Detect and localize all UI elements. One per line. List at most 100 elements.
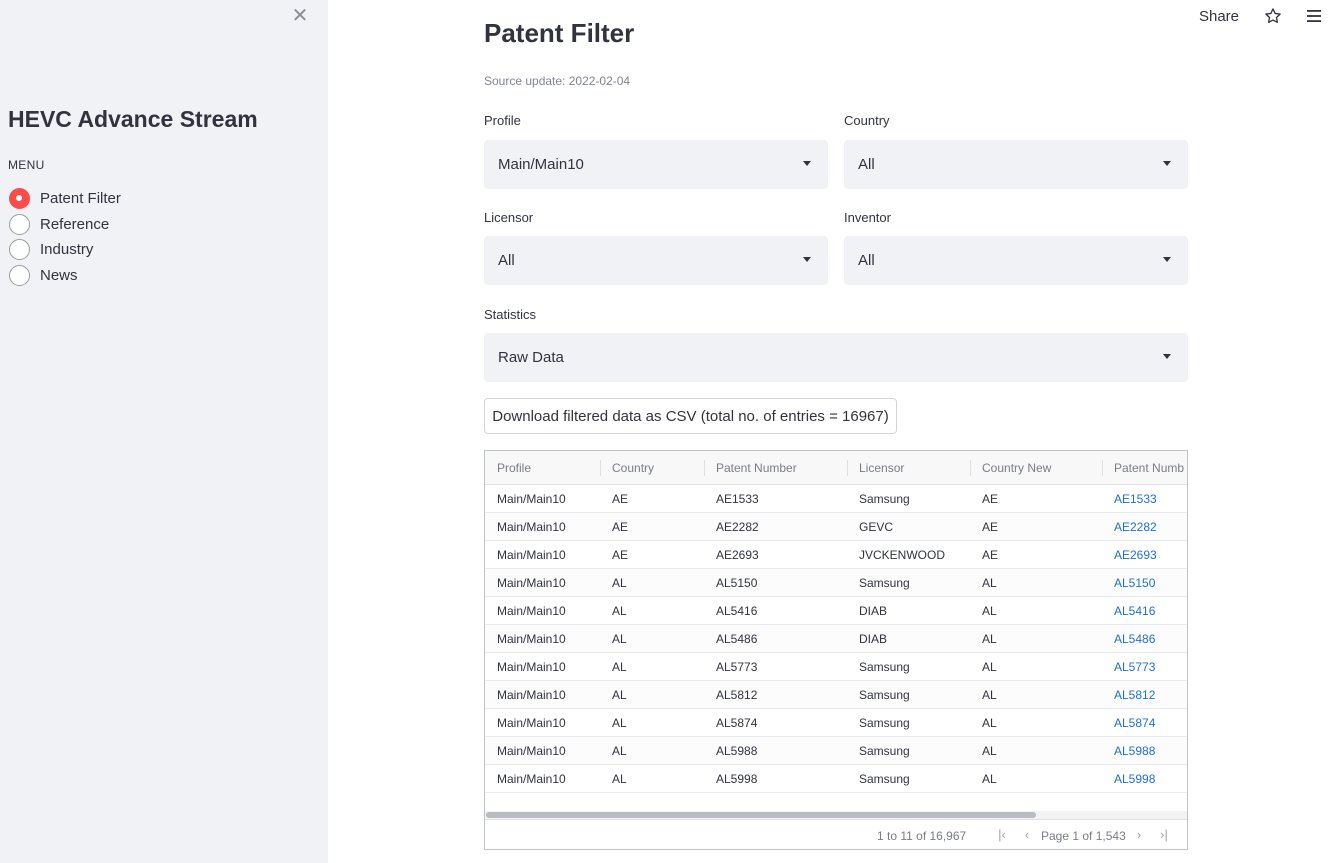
menu-label: MENU — [8, 158, 45, 172]
cell-licensor: Samsung — [859, 716, 910, 730]
last-page-icon[interactable]: ›| — [1157, 827, 1171, 843]
cell-country-new: AL — [982, 604, 997, 618]
licensor-label: Licensor — [484, 210, 534, 225]
menu-item-news[interactable]: News — [9, 263, 121, 289]
close-sidebar-icon[interactable]: ✕ — [290, 6, 310, 26]
table-row[interactable]: Main/Main10 AE AE2282 GEVC AE AE2282 — [485, 513, 1187, 541]
cell-patent-link[interactable]: AL5988 — [1102, 737, 1187, 765]
radio-checked-icon[interactable] — [9, 188, 30, 210]
cell-patent-number: AE1533 — [716, 492, 759, 506]
cell-profile: Main/Main10 — [497, 772, 566, 786]
menu-item-label: News — [40, 266, 78, 284]
select-value: All — [858, 252, 875, 269]
column-header-patent-number[interactable]: Patent Number — [704, 451, 847, 485]
column-header-licensor[interactable]: Licensor — [847, 451, 970, 485]
cell-profile: Main/Main10 — [497, 632, 566, 646]
select-value: All — [498, 252, 515, 269]
cell-profile: Main/Main10 — [497, 520, 566, 534]
select-value: All — [858, 156, 875, 173]
cell-patent-link[interactable]: AL5812 — [1102, 681, 1187, 709]
country-label: Country — [844, 113, 890, 128]
cell-profile: Main/Main10 — [497, 688, 566, 702]
country-select[interactable]: All — [844, 140, 1188, 189]
next-page-icon[interactable]: › — [1132, 827, 1146, 843]
profile-label: Profile — [484, 113, 521, 128]
cell-patent-link[interactable]: AE2693 — [1102, 541, 1187, 569]
cell-licensor: GEVC — [859, 520, 894, 534]
table-row[interactable]: Main/Main10 AL AL5998 Samsung AL AL5998 — [485, 765, 1187, 793]
menu-radio-group: Patent Filter Reference Industry News — [9, 186, 121, 288]
table-row[interactable]: Main/Main10 AL AL5150 Samsung AL AL5150 — [485, 569, 1187, 597]
licensor-select[interactable]: All — [484, 236, 828, 285]
prev-page-icon[interactable]: ‹ — [1020, 827, 1034, 843]
chevron-down-icon — [1163, 257, 1171, 262]
table-row[interactable]: Main/Main10 AL AL5812 Samsung AL AL5812 — [485, 681, 1187, 709]
radio-unchecked-icon[interactable] — [9, 264, 30, 286]
first-page-icon[interactable]: |‹ — [995, 827, 1009, 843]
grid-body: Main/Main10 AE AE1533 Samsung AE AE1533 Main/M… — [485, 485, 1187, 793]
statistics-select[interactable]: Raw Data — [484, 333, 1188, 382]
cell-licensor: Samsung — [859, 576, 910, 590]
cell-patent-link[interactable]: AL5486 — [1102, 625, 1187, 653]
horizontal-scrollbar[interactable] — [485, 811, 1187, 819]
page-info: Page 1 of 1,543 — [1041, 829, 1126, 843]
table-row[interactable]: Main/Main10 AE AE1533 Samsung AE AE1533 — [485, 485, 1187, 513]
table-row[interactable]: Main/Main10 AL AL5416 DIAB AL AL5416 — [485, 597, 1187, 625]
star-icon[interactable] — [1263, 6, 1283, 26]
table-row[interactable]: Main/Main10 AE AE2693 JVCKENWOOD AE AE2693 — [485, 541, 1187, 569]
cell-patent-link[interactable]: AL5773 — [1102, 653, 1187, 681]
cell-licensor: Samsung — [859, 660, 910, 674]
cell-patent-number: AL5150 — [716, 576, 758, 590]
column-header-country[interactable]: Country — [600, 451, 704, 485]
table-row[interactable]: Main/Main10 AL AL5988 Samsung AL AL5988 — [485, 737, 1187, 765]
cell-licensor: JVCKENWOOD — [859, 548, 946, 562]
download-csv-button[interactable]: Download filtered data as CSV (total no.… — [484, 398, 897, 434]
cell-licensor: Samsung — [859, 772, 910, 786]
sidebar-title: HEVC Advance Stream — [8, 106, 258, 132]
inventor-select[interactable]: All — [844, 236, 1188, 285]
cell-profile: Main/Main10 — [497, 744, 566, 758]
page-title: Patent Filter — [484, 18, 635, 48]
cell-patent-link[interactable]: AL5998 — [1102, 765, 1187, 793]
menu-item-patent-filter[interactable]: Patent Filter — [9, 186, 121, 212]
select-value: Raw Data — [498, 349, 564, 366]
cell-patent-link[interactable]: AL5150 — [1102, 569, 1187, 597]
radio-unchecked-icon[interactable] — [9, 213, 30, 235]
cell-country-new: AL — [982, 716, 997, 730]
menu-item-reference[interactable]: Reference — [9, 212, 121, 238]
column-header-profile[interactable]: Profile — [485, 451, 600, 485]
cell-country: AE — [612, 548, 629, 562]
cell-patent-link[interactable]: AL5874 — [1102, 709, 1187, 737]
column-header-patent-number-link[interactable]: Patent Numb — [1102, 451, 1187, 485]
scrollbar-thumb[interactable] — [486, 812, 1036, 818]
menu-item-label: Reference — [40, 215, 110, 233]
cell-country: AE — [612, 492, 629, 506]
chevron-down-icon — [1163, 354, 1171, 359]
cell-country-new: AE — [982, 548, 999, 562]
cell-patent-link[interactable]: AE1533 — [1102, 485, 1187, 513]
profile-select[interactable]: Main/Main10 — [484, 140, 828, 189]
cell-patent-link[interactable]: AE2282 — [1102, 513, 1187, 541]
cell-profile: Main/Main10 — [497, 548, 566, 562]
cell-country-new: AL — [982, 632, 997, 646]
share-button[interactable]: Share — [1199, 8, 1239, 25]
table-row[interactable]: Main/Main10 AL AL5773 Samsung AL AL5773 — [485, 653, 1187, 681]
cell-country-new: AL — [982, 660, 997, 674]
cell-country-new: AL — [982, 744, 997, 758]
cell-patent-number: AL5773 — [716, 660, 758, 674]
menu-item-label: Industry — [40, 241, 94, 259]
grid-pagination: 1 to 11 of 16,967 |‹ ‹ Page 1 of 1,543 ›… — [485, 819, 1187, 849]
table-row[interactable]: Main/Main10 AL AL5874 Samsung AL AL5874 — [485, 709, 1187, 737]
cell-country-new: AL — [982, 688, 997, 702]
cell-country: AL — [612, 688, 627, 702]
statistics-label: Statistics — [484, 307, 537, 322]
menu-item-industry[interactable]: Industry — [9, 237, 121, 263]
cell-licensor: Samsung — [859, 744, 910, 758]
radio-unchecked-icon[interactable] — [9, 239, 30, 261]
hamburger-menu-icon[interactable] — [1306, 8, 1322, 24]
column-header-country-new[interactable]: Country New — [970, 451, 1102, 485]
cell-licensor: DIAB — [859, 632, 888, 646]
cell-patent-link[interactable]: AL5416 — [1102, 597, 1187, 625]
table-row[interactable]: Main/Main10 AL AL5486 DIAB AL AL5486 — [485, 625, 1187, 653]
cell-profile: Main/Main10 — [497, 716, 566, 730]
